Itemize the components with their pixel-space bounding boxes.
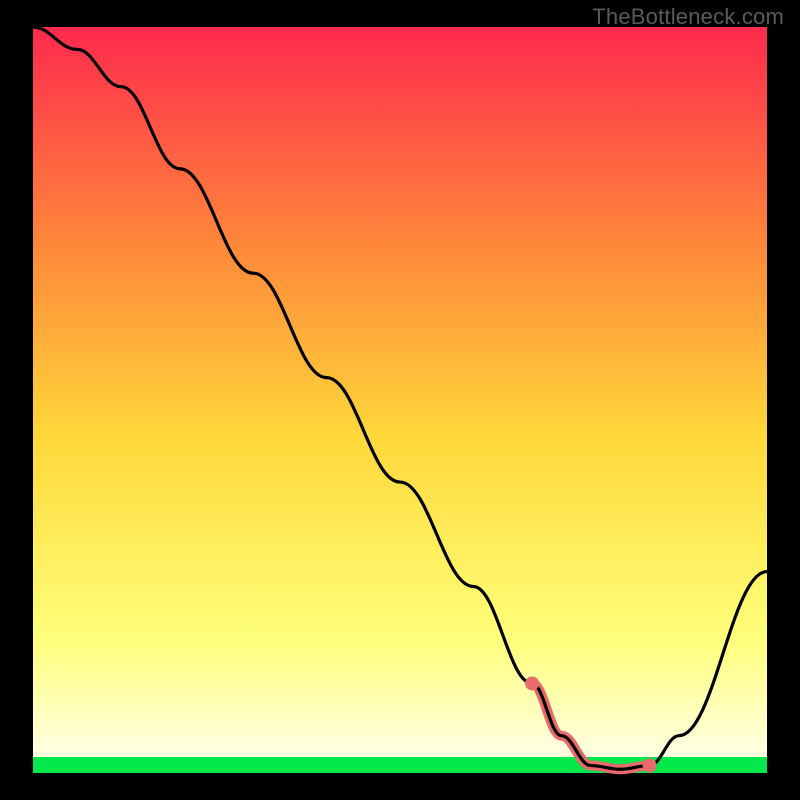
bottleneck-chart — [0, 0, 800, 800]
highlight-dot-end — [643, 759, 657, 773]
highlight-dot-start — [525, 676, 539, 690]
watermark-label: TheBottleneck.com — [592, 4, 784, 30]
plot-gradient-background — [33, 27, 767, 773]
chart-frame: TheBottleneck.com — [0, 0, 800, 800]
